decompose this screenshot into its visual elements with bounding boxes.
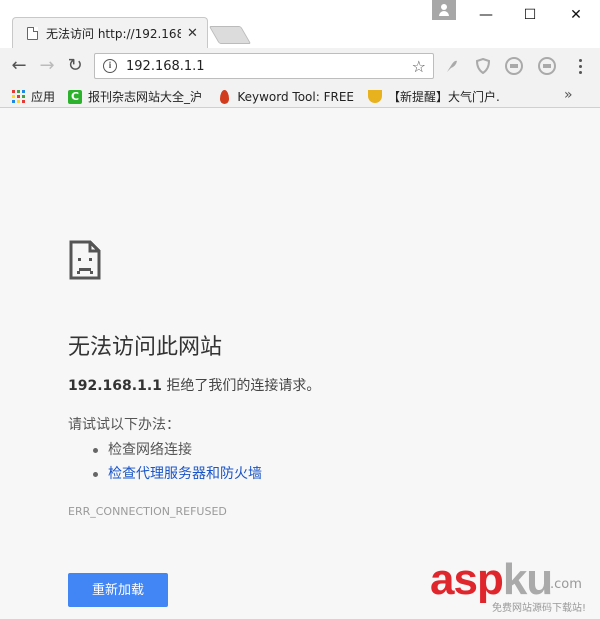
bookmarks-overflow-icon[interactable]: » (564, 87, 573, 103)
bookmark-item[interactable]: Keyword Tool: FREE (220, 88, 354, 105)
new-tab-button[interactable] (208, 26, 252, 44)
url-text[interactable]: 192.168.1.1 (126, 59, 412, 74)
suggestions-title: 请试试以下办法： (68, 417, 180, 433)
error-message: 192.168.1.1 拒绝了我们的连接请求。 (68, 375, 320, 395)
extension-shield-icon[interactable] (474, 57, 492, 75)
flame-icon (220, 89, 230, 104)
error-page: 无法访问此网站 192.168.1.1 拒绝了我们的连接请求。 请试试以下办法：… (0, 109, 600, 619)
more-vertical-icon[interactable] (574, 57, 586, 75)
aspku-watermark-logo: aspku .com 免费网站源码下载站! (430, 555, 600, 619)
apps-grid-icon (12, 90, 25, 103)
extension-circle-icon[interactable] (505, 57, 523, 75)
star-icon[interactable]: ☆ (412, 57, 426, 76)
close-window-button[interactable]: ✕ (554, 4, 598, 26)
watermark-logo-text: aspku (430, 555, 553, 604)
bookmark-label: Keyword Tool: FREE (237, 89, 354, 104)
host-name: 192.168.1.1 (68, 378, 162, 394)
tab-title: 无法访问 http://192.168 (46, 26, 181, 41)
bookmark-label: 报刊杂志网站大全_沪 (88, 90, 203, 104)
trophy-icon (368, 90, 382, 103)
c-icon: C (68, 89, 82, 104)
bookmarks-bar: 应用 C 报刊杂志网站大全_沪 Keyword Tool: FREE 【新提醒】… (0, 84, 600, 108)
bookmark-label: 【新提醒】大气门户. (388, 90, 500, 104)
watermark-tagline: 免费网站源码下载站! (492, 603, 587, 614)
error-code: ERR_CONNECTION_REFUSED (68, 505, 227, 518)
maximize-button[interactable]: ☐ (508, 4, 552, 26)
error-heading: 无法访问此网站 (68, 335, 223, 360)
back-icon[interactable]: ← (8, 55, 30, 77)
suggestion-check-proxy-link[interactable]: 检查代理服务器和防火墙 (93, 462, 262, 486)
address-bar[interactable]: i 192.168.1.1 ☆ (94, 53, 434, 79)
suggestions-list: 检查网络连接 检查代理服务器和防火墙 (93, 438, 262, 486)
forward-icon[interactable]: → (36, 55, 58, 77)
reload-icon[interactable]: ↻ (64, 55, 86, 77)
bookmark-apps[interactable]: 应用 (12, 88, 55, 105)
minimize-button[interactable]: — (464, 4, 508, 26)
error-message-text: 拒绝了我们的连接请求。 (161, 378, 321, 394)
info-icon[interactable]: i (103, 59, 117, 73)
tab-close-icon[interactable]: ✕ (187, 26, 198, 41)
sad-document-icon (68, 239, 102, 285)
extension-feather-icon[interactable] (443, 57, 461, 75)
page-icon (27, 26, 38, 40)
tab-active[interactable]: 无法访问 http://192.168 ✕ (12, 17, 208, 48)
watermark-domain: .com (550, 577, 582, 592)
profile-icon[interactable] (432, 0, 456, 20)
title-bar: 无法访问 http://192.168 ✕ — ☐ ✕ (0, 0, 600, 48)
bookmark-item[interactable]: 【新提醒】大气门户. (368, 88, 502, 105)
toolbar: ← → ↻ i 192.168.1.1 ☆ (0, 48, 600, 84)
bookmark-item[interactable]: C 报刊杂志网站大全_沪 (68, 88, 204, 105)
suggestion-check-network: 检查网络连接 (93, 438, 262, 462)
bookmark-label: 应用 (31, 90, 56, 104)
extension-circle-icon-2[interactable] (538, 57, 556, 75)
reload-button[interactable]: 重新加载 (68, 573, 168, 607)
